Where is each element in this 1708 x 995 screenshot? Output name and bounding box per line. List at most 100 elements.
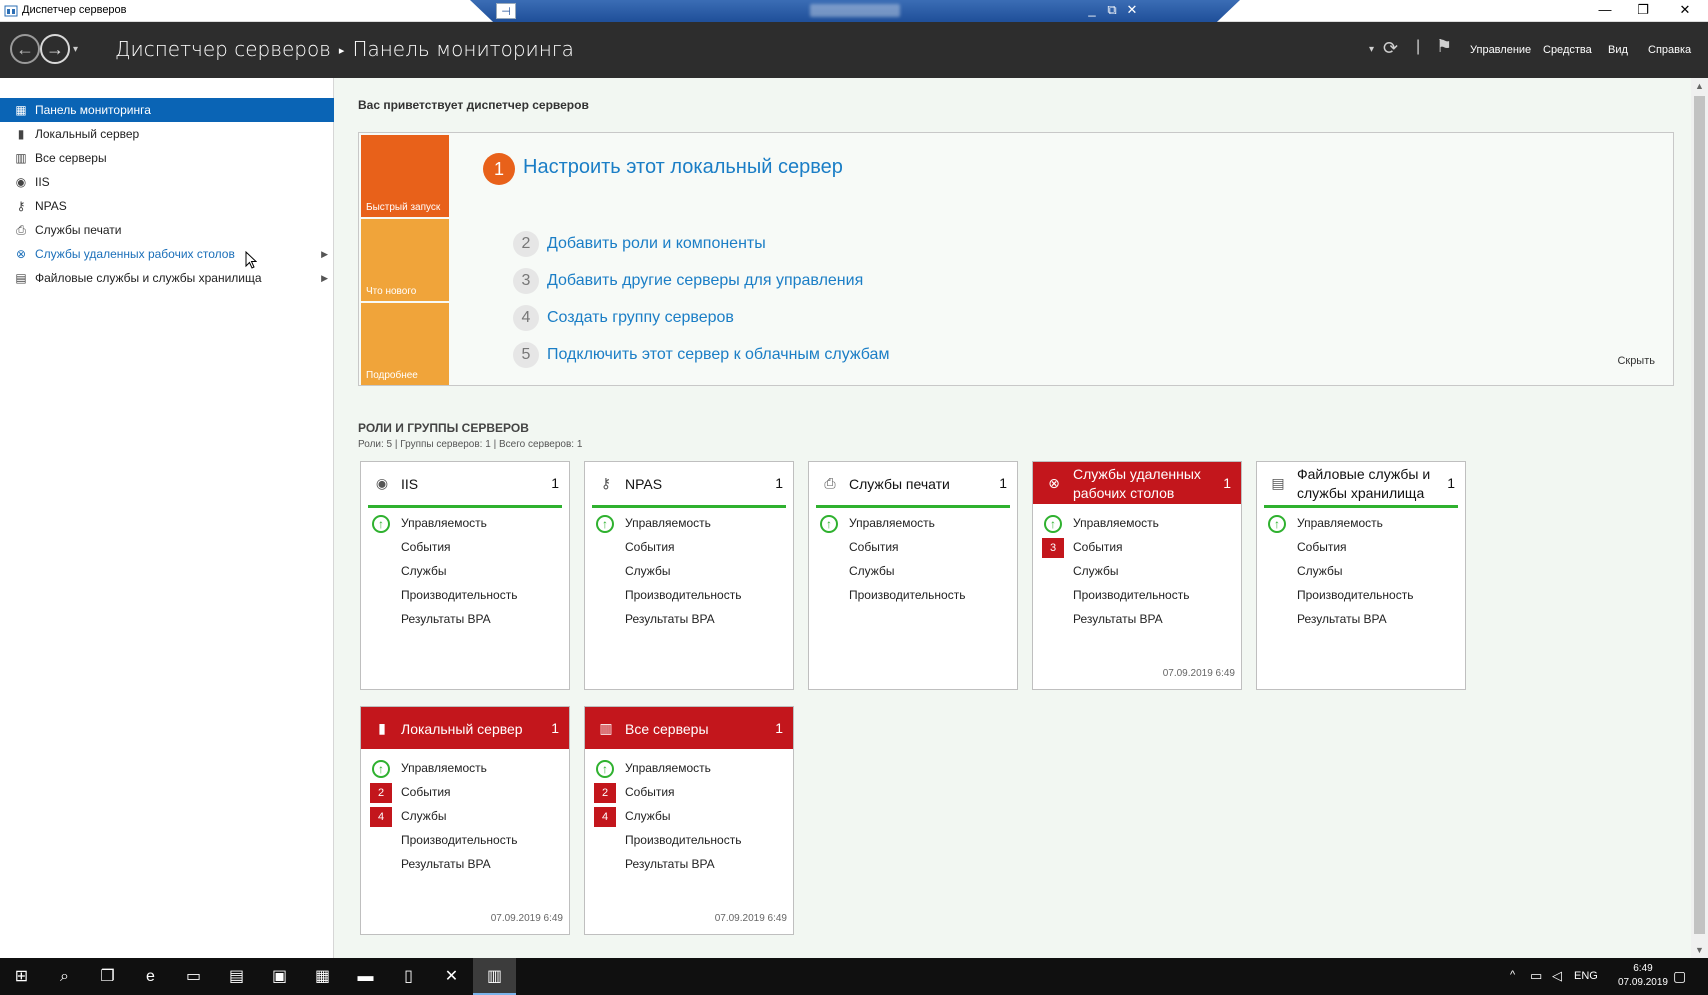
role-tile-printer[interactable]: ⎙ Службы печати 1 ↑ Управляемость События Служ…: [808, 461, 1018, 690]
tile-row[interactable]: События: [585, 536, 793, 560]
menu-help[interactable]: Справка: [1648, 44, 1691, 56]
hide-link[interactable]: Скрыть: [1617, 355, 1655, 367]
tile-row[interactable]: Службы: [585, 560, 793, 584]
role-tile-remote-desktop[interactable]: ⊗ Службы удаленных рабочих столов 1 ↑ Управл…: [1032, 461, 1242, 690]
role-tile-all-servers[interactable]: ▥ Все серверы 1 ↑ Управляемость 2 События 4 Служ…: [584, 706, 794, 935]
network-tray-icon[interactable]: ▭: [1530, 968, 1542, 995]
tile-row[interactable]: 3 События: [1033, 536, 1241, 560]
maximize-button[interactable]: ❐: [1620, 2, 1666, 20]
tile-row[interactable]: 2 События: [361, 781, 569, 805]
notifications-flag-icon[interactable]: ⚑: [1436, 36, 1452, 57]
chevron-right-icon[interactable]: ▶: [321, 242, 328, 266]
task-manager-icon[interactable]: ▤: [215, 958, 258, 995]
close-button[interactable]: ✕: [1662, 2, 1708, 20]
task-view-icon[interactable]: ❐: [86, 958, 129, 995]
tile-row[interactable]: 4 Службы: [361, 805, 569, 829]
tab-learn-more[interactable]: Подробнее: [361, 303, 449, 385]
tray-chevron-icon[interactable]: ^: [1510, 969, 1515, 995]
tile-row[interactable]: Службы: [809, 560, 1017, 584]
notifications-icon[interactable]: ▢: [1673, 968, 1686, 995]
tile-header[interactable]: ▤ Файловые службы и службы хранилища 1: [1257, 462, 1465, 504]
role-tile-npas[interactable]: ⚷ NPAS 1 ↑ Управляемость События Службы Произво…: [584, 461, 794, 690]
scroll-down-icon[interactable]: ▼: [1695, 945, 1704, 955]
sidebar-item-print-services[interactable]: ⎙ Службы печати: [0, 218, 334, 242]
tile-row[interactable]: ↑ Управляемость: [361, 512, 569, 536]
tile-row[interactable]: Службы: [1257, 560, 1465, 584]
chevron-down-icon[interactable]: ▾: [1369, 44, 1374, 55]
tile-row[interactable]: ↑ Управляемость: [1257, 512, 1465, 536]
internet-explorer-icon[interactable]: e: [129, 958, 172, 995]
tile-row[interactable]: Службы: [1033, 560, 1241, 584]
tile-row[interactable]: Результаты BPA: [585, 608, 793, 632]
windows-start-icon[interactable]: ⊞: [0, 958, 43, 995]
tile-header[interactable]: ▮ Локальный сервер 1: [361, 707, 569, 749]
tile-row[interactable]: 4 Службы: [585, 805, 793, 829]
rdp-close-button[interactable]: ✕: [1124, 2, 1140, 18]
tile-header[interactable]: ◉ IIS 1: [361, 462, 569, 504]
tab-quick-start[interactable]: Быстрый запуск: [361, 135, 449, 217]
role-tile-file-services[interactable]: ▤ Файловые службы и службы хранилища 1 ↑ Упр…: [1256, 461, 1466, 690]
tile-row[interactable]: ↑ Управляемость: [809, 512, 1017, 536]
scroll-up-icon[interactable]: ▲: [1695, 81, 1704, 91]
tile-row[interactable]: Результаты BPA: [585, 853, 793, 877]
sidebar-item-dashboard[interactable]: ▦ Панель мониторинга: [0, 98, 334, 122]
configure-local-server-link[interactable]: Настроить этот локальный сервер: [523, 156, 843, 179]
role-tile-local-server[interactable]: ▮ Локальный сервер 1 ↑ Управляемость 2 События…: [360, 706, 570, 935]
tile-row[interactable]: 2 События: [585, 781, 793, 805]
tile-header[interactable]: ▥ Все серверы 1: [585, 707, 793, 749]
tile-row[interactable]: ↑ Управляемость: [585, 512, 793, 536]
tile-row[interactable]: Производительность: [585, 584, 793, 608]
sidebar-item-npas[interactable]: ⚷ NPAS: [0, 194, 334, 218]
search-icon[interactable]: ⌕: [43, 958, 86, 995]
connect-cloud-link[interactable]: 5 Подключить этот сервер к облачным служб…: [513, 342, 889, 368]
add-servers-link[interactable]: 3 Добавить другие серверы для управления: [513, 268, 863, 294]
back-button[interactable]: ←: [10, 34, 40, 64]
clock[interactable]: 6:49 07.09.2019: [1618, 962, 1668, 990]
tile-row[interactable]: Производительность: [361, 829, 569, 853]
refresh-icon[interactable]: ⟳: [1383, 38, 1398, 59]
tile-row[interactable]: События: [1257, 536, 1465, 560]
role-tile-iis[interactable]: ◉ IIS 1 ↑ Управляемость События Службы Производ…: [360, 461, 570, 690]
server-manager-icon[interactable]: ▥: [473, 958, 516, 995]
breadcrumb-root[interactable]: Диспетчер серверов: [115, 37, 331, 61]
menu-manage[interactable]: Управление: [1470, 44, 1531, 56]
tile-row[interactable]: Производительность: [809, 584, 1017, 608]
volume-icon[interactable]: ◁: [1552, 968, 1562, 995]
rdp-restore-button[interactable]: ⧉: [1104, 2, 1120, 18]
tile-row[interactable]: Результаты BPA: [361, 608, 569, 632]
tile-row[interactable]: Результаты BPA: [361, 853, 569, 877]
tile-row[interactable]: Производительность: [1033, 584, 1241, 608]
chevron-right-icon[interactable]: ▶: [321, 266, 328, 290]
tile-row[interactable]: Результаты BPA: [1257, 608, 1465, 632]
tab-whats-new[interactable]: Что нового: [361, 219, 449, 301]
app-icon[interactable]: ▦: [301, 958, 344, 995]
sidebar-item-iis[interactable]: ◉ IIS: [0, 170, 334, 194]
notepad-icon[interactable]: ▯: [387, 958, 430, 995]
menu-view[interactable]: Вид: [1608, 44, 1628, 56]
sidebar-item-file-storage-services[interactable]: ▤ Файловые службы и службы хранилища ▶: [0, 266, 334, 290]
history-dropdown-icon[interactable]: ▾: [73, 44, 78, 55]
network-icon[interactable]: ▣: [258, 958, 301, 995]
tools-icon[interactable]: ✕: [430, 958, 473, 995]
tile-row[interactable]: ↑ Управляемость: [361, 757, 569, 781]
tile-row[interactable]: Производительность: [361, 584, 569, 608]
forward-button[interactable]: →: [40, 34, 70, 64]
sidebar-item-remote-desktop-services[interactable]: ⊗ Службы удаленных рабочих столов ▶: [0, 242, 334, 266]
tile-row[interactable]: События: [809, 536, 1017, 560]
rdp-minimize-button[interactable]: _: [1084, 2, 1100, 17]
add-roles-link[interactable]: 2 Добавить роли и компоненты: [513, 231, 766, 257]
tile-row[interactable]: Производительность: [585, 829, 793, 853]
tile-row[interactable]: События: [361, 536, 569, 560]
tile-header[interactable]: ⊗ Службы удаленных рабочих столов 1: [1033, 462, 1241, 504]
tile-row[interactable]: ↑ Управляемость: [1033, 512, 1241, 536]
file-explorer-icon[interactable]: ▭: [172, 958, 215, 995]
pin-icon[interactable]: ⊣: [496, 3, 516, 19]
sidebar-item-all-servers[interactable]: ▥ Все серверы: [0, 146, 334, 170]
terminal-icon[interactable]: ▬: [344, 958, 387, 995]
tile-header[interactable]: ⚷ NPAS 1: [585, 462, 793, 504]
vertical-scrollbar[interactable]: ▲ ▼: [1691, 78, 1708, 958]
menu-tools[interactable]: Средства: [1543, 44, 1592, 56]
tile-row[interactable]: ↑ Управляемость: [585, 757, 793, 781]
language-indicator[interactable]: ENG: [1574, 970, 1598, 995]
tile-row[interactable]: Результаты BPA: [1033, 608, 1241, 632]
